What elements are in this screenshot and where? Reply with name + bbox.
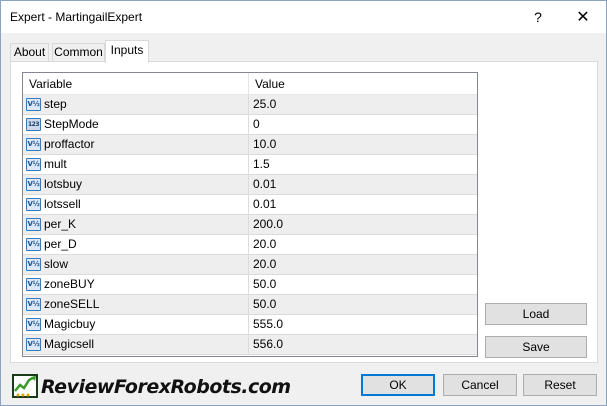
double-value-icon: V½	[26, 198, 41, 211]
cancel-button[interactable]: Cancel	[443, 374, 517, 396]
table-body: V½ step 25.0 123 StepMode 0 V½ proffactor 10.0 V½…	[23, 95, 477, 355]
expert-dialog: Expert - MartingailExpert ? ✕ About Comm…	[0, 0, 607, 406]
double-value-icon: V½	[26, 318, 41, 331]
close-icon: ✕	[576, 9, 590, 26]
variable-name: lotssell	[44, 197, 81, 211]
value-cell[interactable]: 555.0	[249, 315, 477, 334]
value-cell[interactable]: 556.0	[249, 335, 477, 354]
double-value-icon: V½	[26, 218, 41, 231]
double-value-icon: V½	[26, 178, 41, 191]
variable-cell: V½ per_D	[23, 235, 249, 254]
variable-name: zoneBUY	[44, 277, 95, 291]
title-bar: Expert - MartingailExpert ? ✕	[1, 1, 606, 33]
double-value-icon: V½	[26, 98, 41, 111]
variable-name: mult	[44, 157, 67, 171]
table-row[interactable]: V½ mult 1.5	[23, 155, 477, 175]
variable-cell: V½ per_K	[23, 215, 249, 234]
variable-name: proffactor	[44, 137, 95, 151]
variable-name: slow	[44, 257, 69, 271]
save-button[interactable]: Save	[485, 336, 587, 358]
value-cell[interactable]: 50.0	[249, 295, 477, 314]
inputs-panel: Variable Value V½ step 25.0 123 StepMode 0 V½ p…	[10, 61, 598, 363]
watermark-logo: ReviewForexRobots.com	[11, 371, 291, 403]
table-row[interactable]: V½ zoneSELL 50.0	[23, 295, 477, 315]
double-value-icon: V½	[26, 238, 41, 251]
table-row[interactable]: V½ Magicbuy 555.0	[23, 315, 477, 335]
value-cell[interactable]: 20.0	[249, 235, 477, 254]
value-cell[interactable]: 0.01	[249, 195, 477, 214]
ok-button[interactable]: OK	[361, 374, 435, 396]
variable-name: Magicsell	[44, 337, 95, 351]
variable-name: Magicbuy	[44, 317, 96, 331]
integer-value-icon: 123	[26, 118, 41, 131]
table-row[interactable]: V½ slow 20.0	[23, 255, 477, 275]
variable-cell: 123 StepMode	[23, 115, 249, 134]
table-row[interactable]: V½ lotssell 0.01	[23, 195, 477, 215]
variable-name: per_D	[44, 237, 77, 251]
variable-cell: V½ lotsbuy	[23, 175, 249, 194]
variable-cell: V½ slow	[23, 255, 249, 274]
table-row[interactable]: V½ lotsbuy 0.01	[23, 175, 477, 195]
column-header-value[interactable]: Value	[249, 73, 477, 95]
table-row[interactable]: V½ per_D 20.0	[23, 235, 477, 255]
double-value-icon: V½	[26, 338, 41, 351]
double-value-icon: V½	[26, 278, 41, 291]
variable-cell: V½ proffactor	[23, 135, 249, 154]
variable-cell: V½ step	[23, 95, 249, 114]
chart-logo-icon	[12, 374, 38, 398]
variable-cell: V½ Magicsell	[23, 335, 249, 354]
table-row[interactable]: V½ Magicsell 556.0	[23, 335, 477, 355]
help-icon: ?	[534, 9, 542, 25]
tab-about[interactable]: About	[10, 43, 49, 62]
table-row[interactable]: V½ proffactor 10.0	[23, 135, 477, 155]
column-header-variable[interactable]: Variable	[23, 73, 249, 95]
value-cell[interactable]: 200.0	[249, 215, 477, 234]
table-header: Variable Value	[23, 73, 477, 95]
variable-cell: V½ zoneBUY	[23, 275, 249, 294]
variable-cell: V½ mult	[23, 155, 249, 174]
reset-button[interactable]: Reset	[523, 374, 597, 396]
value-cell[interactable]: 1.5	[249, 155, 477, 174]
variable-name: StepMode	[44, 117, 99, 131]
variable-cell: V½ lotssell	[23, 195, 249, 214]
value-cell[interactable]: 0	[249, 115, 477, 134]
table-row[interactable]: 123 StepMode 0	[23, 115, 477, 135]
double-value-icon: V½	[26, 258, 41, 271]
table-row[interactable]: V½ step 25.0	[23, 95, 477, 115]
tab-common[interactable]: Common	[52, 43, 105, 62]
watermark-text: ReviewForexRobots.com	[41, 376, 291, 398]
table-row[interactable]: V½ zoneBUY 50.0	[23, 275, 477, 295]
variable-cell: V½ Magicbuy	[23, 315, 249, 334]
value-cell[interactable]: 20.0	[249, 255, 477, 274]
value-cell[interactable]: 0.01	[249, 175, 477, 194]
variable-name: per_K	[44, 217, 77, 231]
load-button[interactable]: Load	[485, 303, 587, 325]
value-cell[interactable]: 25.0	[249, 95, 477, 114]
variable-cell: V½ zoneSELL	[23, 295, 249, 314]
variable-name: lotsbuy	[44, 177, 83, 191]
window-title: Expert - MartingailExpert	[10, 10, 143, 24]
close-button[interactable]: ✕	[560, 1, 606, 33]
value-cell[interactable]: 50.0	[249, 275, 477, 294]
tab-strip: About Common Inputs	[1, 40, 606, 63]
help-button[interactable]: ?	[515, 1, 561, 33]
tab-inputs[interactable]: Inputs	[105, 40, 149, 63]
table-row[interactable]: V½ per_K 200.0	[23, 215, 477, 235]
double-value-icon: V½	[26, 158, 41, 171]
inputs-table[interactable]: Variable Value V½ step 25.0 123 StepMode 0 V½ p…	[22, 72, 478, 357]
double-value-icon: V½	[26, 298, 41, 311]
double-value-icon: V½	[26, 138, 41, 151]
value-cell[interactable]: 10.0	[249, 135, 477, 154]
variable-name: step	[44, 97, 67, 111]
variable-name: zoneSELL	[44, 297, 100, 311]
